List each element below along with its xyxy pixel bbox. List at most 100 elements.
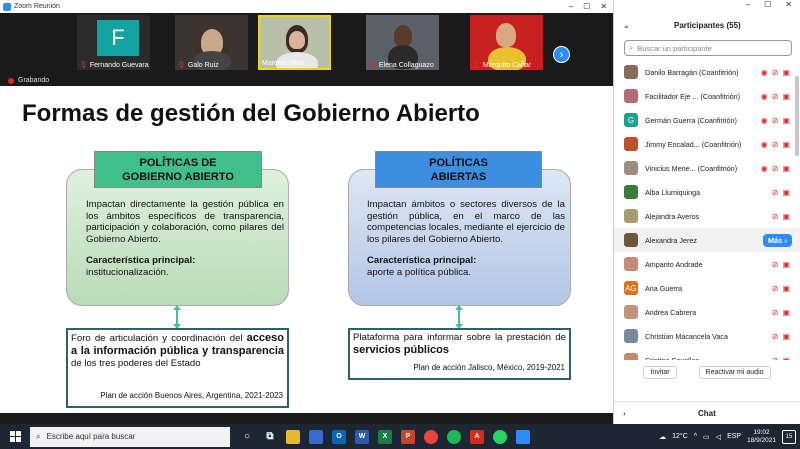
pinned-apps: ○ ⧉ O W X P A — [240, 429, 530, 444]
recording-indicator: Grabando — [0, 75, 613, 86]
file-explorer-icon[interactable] — [286, 429, 300, 444]
powerpoint-icon[interactable]: P — [401, 429, 415, 444]
maximize-button[interactable]: ☐ — [583, 2, 590, 11]
mic-muted-icon: ⊘ — [771, 163, 779, 173]
participant-status-icons: ⊘ ▣ — [772, 188, 790, 197]
weather-temp[interactable]: 12°C — [672, 433, 688, 440]
video-tile[interactable]: 🎙 Galo Ruiz — [175, 15, 248, 70]
start-button[interactable] — [0, 431, 30, 442]
left-header-line2: GOBIERNO ABIERTO — [122, 170, 234, 183]
taskbar: ⌕ Escribe aquí para buscar ○ ⧉ O W X P A… — [0, 424, 800, 449]
mic-muted-icon: ⊘ — [771, 307, 779, 317]
participant-row[interactable]: Alba Llumiquinga ⊘ ▣ — [614, 180, 800, 204]
excel-icon[interactable]: X — [378, 429, 392, 444]
reclaim-audio-button[interactable]: Reactivar mi audio — [698, 366, 771, 379]
participant-name: Cristina Cevallos — [645, 355, 699, 361]
participant-row[interactable]: Vinicius Mene... (Coanfitrión) ◉ ⊘ ▣ — [614, 156, 800, 180]
acrobat-icon[interactable]: A — [470, 429, 484, 444]
camera-off-icon: ▣ — [782, 259, 790, 269]
participant-row[interactable]: Alejandra Averos ⊘ ▣ — [614, 204, 800, 228]
participant-row[interactable]: Cristina Cevallos ⊘ ▣ — [614, 348, 800, 360]
left-feature-text: institucionalización. — [86, 266, 169, 278]
participant-status-icons: ◉ ⊘ ▣ — [761, 116, 790, 125]
next-page-button[interactable]: › — [553, 46, 570, 63]
close-button[interactable]: ✕ — [600, 2, 607, 11]
close-button[interactable]: ✕ — [785, 0, 792, 13]
participant-status-icons: ◉ ⊘ ▣ — [761, 140, 790, 149]
weather-icon[interactable]: ☁ — [659, 433, 666, 441]
chat-header[interactable]: › Chat — [614, 401, 800, 424]
spotify-icon[interactable] — [447, 429, 461, 444]
participant-row[interactable]: Alexandra Jerez Más › — [614, 228, 800, 252]
participant-name: Germán Guerra (Coanfitrión) — [645, 115, 737, 125]
minimize-button[interactable]: – — [746, 0, 750, 13]
participant-name: Marquito Cañar — [482, 61, 532, 69]
chevron-down-icon[interactable]: ⌄ — [623, 21, 630, 30]
outlook-icon[interactable]: O — [332, 429, 346, 444]
taskbar-search-placeholder: Escribe aquí para buscar — [46, 432, 136, 441]
right-feature-title: Característica principal: — [367, 255, 477, 266]
participant-name: Vinicius Mene... (Coanfitrión) — [645, 163, 738, 173]
invite-button[interactable]: Invitar — [643, 366, 677, 379]
chrome-icon[interactable] — [424, 429, 438, 444]
participant-row[interactable]: Jimmy Encalad... (Coanfitrión) ◉ ⊘ ▣ — [614, 132, 800, 156]
cortana-icon[interactable]: ○ — [240, 430, 254, 444]
mic-muted-icon: ⊘ — [771, 355, 779, 361]
language-indicator[interactable]: ESP — [727, 433, 741, 440]
participant-status-icons: ◉ ⊘ ▣ — [761, 164, 790, 173]
more-button[interactable]: Más › — [762, 233, 792, 247]
avatar — [624, 137, 638, 151]
avatar — [624, 89, 638, 103]
participant-row[interactable]: Amparito Andrade ⊘ ▣ — [614, 252, 800, 276]
video-tile-active-speaker[interactable]: Marcela Mora — [258, 15, 331, 70]
shared-screen: Formas de gestión del Gobierno Abierto P… — [0, 86, 613, 413]
participant-name: Amparito Andrade — [645, 259, 703, 269]
video-tile[interactable]: F 🎙 Fernando Guevara — [77, 15, 150, 70]
notifications-icon[interactable]: 15 — [782, 429, 796, 444]
participants-panel: – ☐ ✕ ⌄ Participantes (55) ⌕ Buscar un p… — [613, 0, 800, 424]
camera-off-icon: ▣ — [782, 67, 790, 77]
double-arrow-icon — [455, 305, 463, 329]
avatar — [624, 185, 638, 199]
participant-row[interactable]: Christian Macancela Vaca ⊘ ▣ — [614, 324, 800, 348]
left-card-description: Impactan directamente la gestión pública… — [86, 199, 284, 245]
store-icon[interactable] — [309, 429, 323, 444]
participants-title: Participantes (55) — [674, 20, 741, 30]
participant-row[interactable]: Danilo Barragán (Coanfitrión) ◉ ⊘ ▣ — [614, 60, 800, 84]
camera-off-icon: ▣ — [782, 283, 790, 293]
taskbar-search-input[interactable]: ⌕ Escribe aquí para buscar — [30, 426, 230, 447]
whatsapp-icon[interactable] — [493, 429, 507, 444]
participant-video — [496, 23, 516, 47]
participant-row[interactable]: AG Ana Guerra ⊘ ▣ — [614, 276, 800, 300]
participant-row[interactable]: G Germán Guerra (Coanfitrión) ◉ ⊘ ▣ — [614, 108, 800, 132]
participant-row[interactable]: Andrea Cabrera ⊘ ▣ — [614, 300, 800, 324]
mic-muted-icon: ⊘ — [771, 91, 779, 101]
camera-off-icon: ▣ — [782, 211, 790, 221]
minimize-button[interactable]: – — [569, 2, 573, 11]
video-tile[interactable]: 🎙 Elena Collaguazo — [366, 15, 439, 70]
clock[interactable]: 19:02 18/9/2021 — [747, 429, 776, 445]
tray-arrow-icon[interactable]: ^ — [694, 433, 697, 440]
zoom-icon[interactable] — [516, 429, 530, 444]
clock-date: 18/9/2021 — [747, 436, 776, 444]
network-icon[interactable]: ▭ — [703, 433, 710, 441]
maximize-button[interactable]: ☐ — [764, 0, 771, 13]
participant-status-icons: ⊘ ▣ — [772, 308, 790, 317]
participant-row[interactable]: Facilitador Eje ... (Coanfitrión) ◉ ⊘ ▣ — [614, 84, 800, 108]
video-tile[interactable]: 🎙 Marquito Cañar — [470, 15, 543, 70]
participant-name: Galo Ruiz — [187, 61, 219, 69]
chevron-right-icon[interactable]: › — [623, 409, 626, 418]
word-icon[interactable]: W — [355, 429, 369, 444]
volume-icon[interactable]: ◁ — [716, 433, 721, 441]
system-tray: ☁ 12°C ^ ▭ ◁ ESP 19:02 18/9/2021 15 — [659, 429, 800, 445]
mic-muted-icon: ⊘ — [771, 331, 779, 341]
participant-status-icons: ⊘ ▣ — [772, 356, 790, 361]
participant-face — [289, 31, 305, 49]
scrollbar[interactable] — [795, 76, 799, 156]
camera-off-icon: ▣ — [782, 115, 790, 125]
camera-off-icon: ▣ — [782, 163, 790, 173]
participants-header[interactable]: ⌄ Participantes (55) — [614, 13, 800, 37]
avatar — [624, 305, 638, 319]
participant-search-input[interactable]: ⌕ Buscar un participante — [624, 40, 792, 56]
task-view-icon[interactable]: ⧉ — [263, 430, 277, 444]
